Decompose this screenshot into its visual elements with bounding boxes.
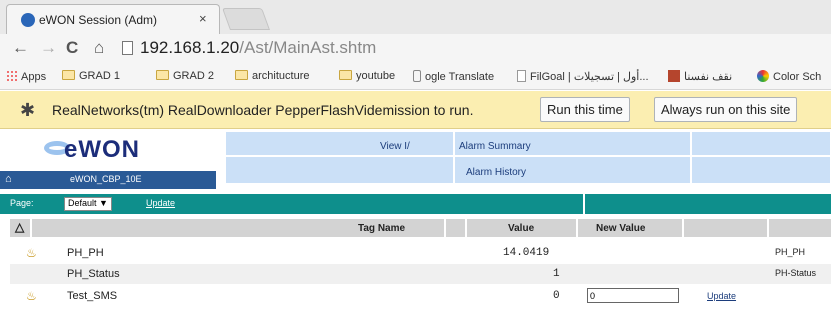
always-run-button[interactable]: Always run on this site (654, 97, 798, 122)
page-select[interactable]: Default ▼ (64, 197, 112, 211)
page-update-link[interactable]: Update (146, 198, 175, 208)
table-row: ♨ Test_SMS 0 Update (10, 286, 831, 306)
bookmark-filgoal[interactable]: FilGoal | أول | تسجيلات... (517, 70, 649, 83)
table-row: ♨ PH_PH 14.0419 PH_PH (10, 243, 831, 263)
tag-value: 1 (553, 268, 560, 280)
plugin-infobar: ✱ RealNetworks(tm) RealDownloader Pepper… (0, 91, 831, 129)
bookmarks-bar: Apps GRAD 1 GRAD 2 architucture youtube … (0, 64, 831, 90)
page-select-value: Default (68, 198, 97, 208)
home-icon[interactable]: ⌂ (5, 173, 12, 185)
new-tab-button[interactable] (221, 8, 271, 30)
folder-icon (156, 70, 169, 80)
image-icon (668, 70, 680, 82)
google-icon (413, 70, 421, 82)
address-bar[interactable]: 192.168.1.20/Ast/MainAst.shtm (140, 38, 376, 58)
page-icon (122, 41, 133, 55)
alarm-bell-icon: ♨ (26, 246, 37, 260)
menu-cell-right (692, 132, 831, 156)
url-path: /Ast/MainAst.shtm (239, 38, 377, 57)
folder-icon (62, 70, 75, 80)
ewon-favicon-icon (21, 13, 35, 27)
table-row: PH_Status 1 PH-Status (10, 264, 831, 284)
url-host: 192.168.1.20 (140, 38, 240, 57)
tag-name: Test_SMS (67, 290, 118, 302)
value-header: Value (508, 223, 535, 234)
alarm-history-link[interactable]: Alarm History (466, 167, 526, 178)
divider (583, 194, 585, 214)
bookmark-label: نقف نفسنا (684, 71, 733, 83)
divider (576, 219, 578, 237)
infobar-message: RealNetworks(tm) RealDownloader PepperFl… (52, 102, 474, 118)
folder-icon (235, 70, 248, 80)
divider (682, 219, 684, 237)
forward-arrow-icon[interactable]: → (40, 38, 57, 58)
ewon-page: eWON ⌂ eWON_CBP_10E View I/ Alarm Summar… (0, 130, 831, 309)
bookmark-label: FilGoal | أول | تسجيلات... (530, 71, 649, 83)
table-header: △ Tag Name Value New Value (10, 219, 831, 237)
browser-toolbar: ← → C ⌂ 192.168.1.20/Ast/MainAst.shtm (0, 34, 831, 64)
folder-icon (339, 70, 352, 80)
color-icon (757, 70, 769, 82)
page-label: Page: (10, 198, 34, 208)
bookmark-label: youtube (356, 70, 396, 82)
bookmark-label: Apps (21, 71, 47, 83)
page-bar: Page: Default ▼ Update (0, 194, 831, 214)
tag-alias: PH-Status (775, 268, 817, 278)
bookmark-color-scheme[interactable]: Color Sch (757, 70, 821, 83)
new-value-header: New Value (596, 223, 646, 234)
tab-strip: eWON Session (Adm) × (0, 0, 831, 34)
tag-name: PH_PH (67, 247, 104, 259)
bookmark-youtube[interactable]: youtube (339, 70, 395, 82)
tag-alias: PH_PH (775, 247, 806, 257)
alarm-bell-icon: ♨ (26, 289, 37, 303)
bookmark-label: GRAD 2 (173, 70, 214, 82)
device-name: eWON_CBP_10E (70, 174, 142, 184)
menu-cell-empty (226, 157, 454, 184)
bookmark-label: architucture (252, 70, 310, 82)
new-value-input[interactable] (587, 288, 679, 303)
bookmark-google-translate[interactable]: ogle Translate (413, 70, 494, 83)
view-io-link[interactable]: View I/ (380, 141, 410, 152)
bookmark-label: Color Sch (773, 71, 822, 83)
ewon-logo: eWON (44, 136, 140, 164)
bookmark-grad2[interactable]: GRAD 2 (156, 70, 214, 82)
tag-name: PH_Status (67, 268, 120, 280)
menu-cell-view-io[interactable] (226, 132, 454, 156)
menu-cell-right (692, 157, 831, 184)
bookmark-architucture[interactable]: architucture (235, 70, 309, 82)
reload-icon[interactable]: C (66, 38, 78, 58)
bookmark-grad1[interactable]: GRAD 1 (62, 70, 120, 82)
bookmark-apps[interactable]: Apps (6, 70, 46, 83)
tag-value: 14.0419 (503, 247, 550, 259)
run-this-time-button[interactable]: Run this time (540, 97, 630, 122)
divider (465, 219, 467, 237)
bell-header-icon: △ (15, 220, 25, 234)
back-arrow-icon[interactable]: ← (12, 38, 29, 58)
bookmark-arabic[interactable]: نقف نفسنا (668, 70, 732, 83)
page-icon (517, 70, 526, 82)
browser-tab[interactable]: eWON Session (Adm) × (6, 4, 220, 34)
tag-name-header: Tag Name (358, 223, 406, 234)
row-update-link[interactable]: Update (707, 291, 736, 301)
bookmark-label: ogle Translate (425, 71, 495, 83)
bookmark-label: GRAD 1 (79, 70, 120, 82)
divider (444, 219, 446, 237)
tag-value: 0 (553, 290, 560, 302)
home-icon[interactable]: ⌂ (94, 38, 104, 58)
puzzle-icon: ✱ (20, 100, 36, 120)
apps-icon (6, 70, 17, 81)
divider (767, 219, 769, 237)
logo-text: eWON (64, 136, 140, 163)
device-bar: ⌂ eWON_CBP_10E (0, 171, 216, 189)
divider (30, 219, 32, 237)
close-tab-icon[interactable]: × (199, 11, 207, 26)
tab-title: eWON Session (Adm) (39, 13, 158, 27)
dropdown-arrow-icon: ▼ (99, 198, 108, 208)
alarm-summary-link[interactable]: Alarm Summary (459, 141, 531, 152)
